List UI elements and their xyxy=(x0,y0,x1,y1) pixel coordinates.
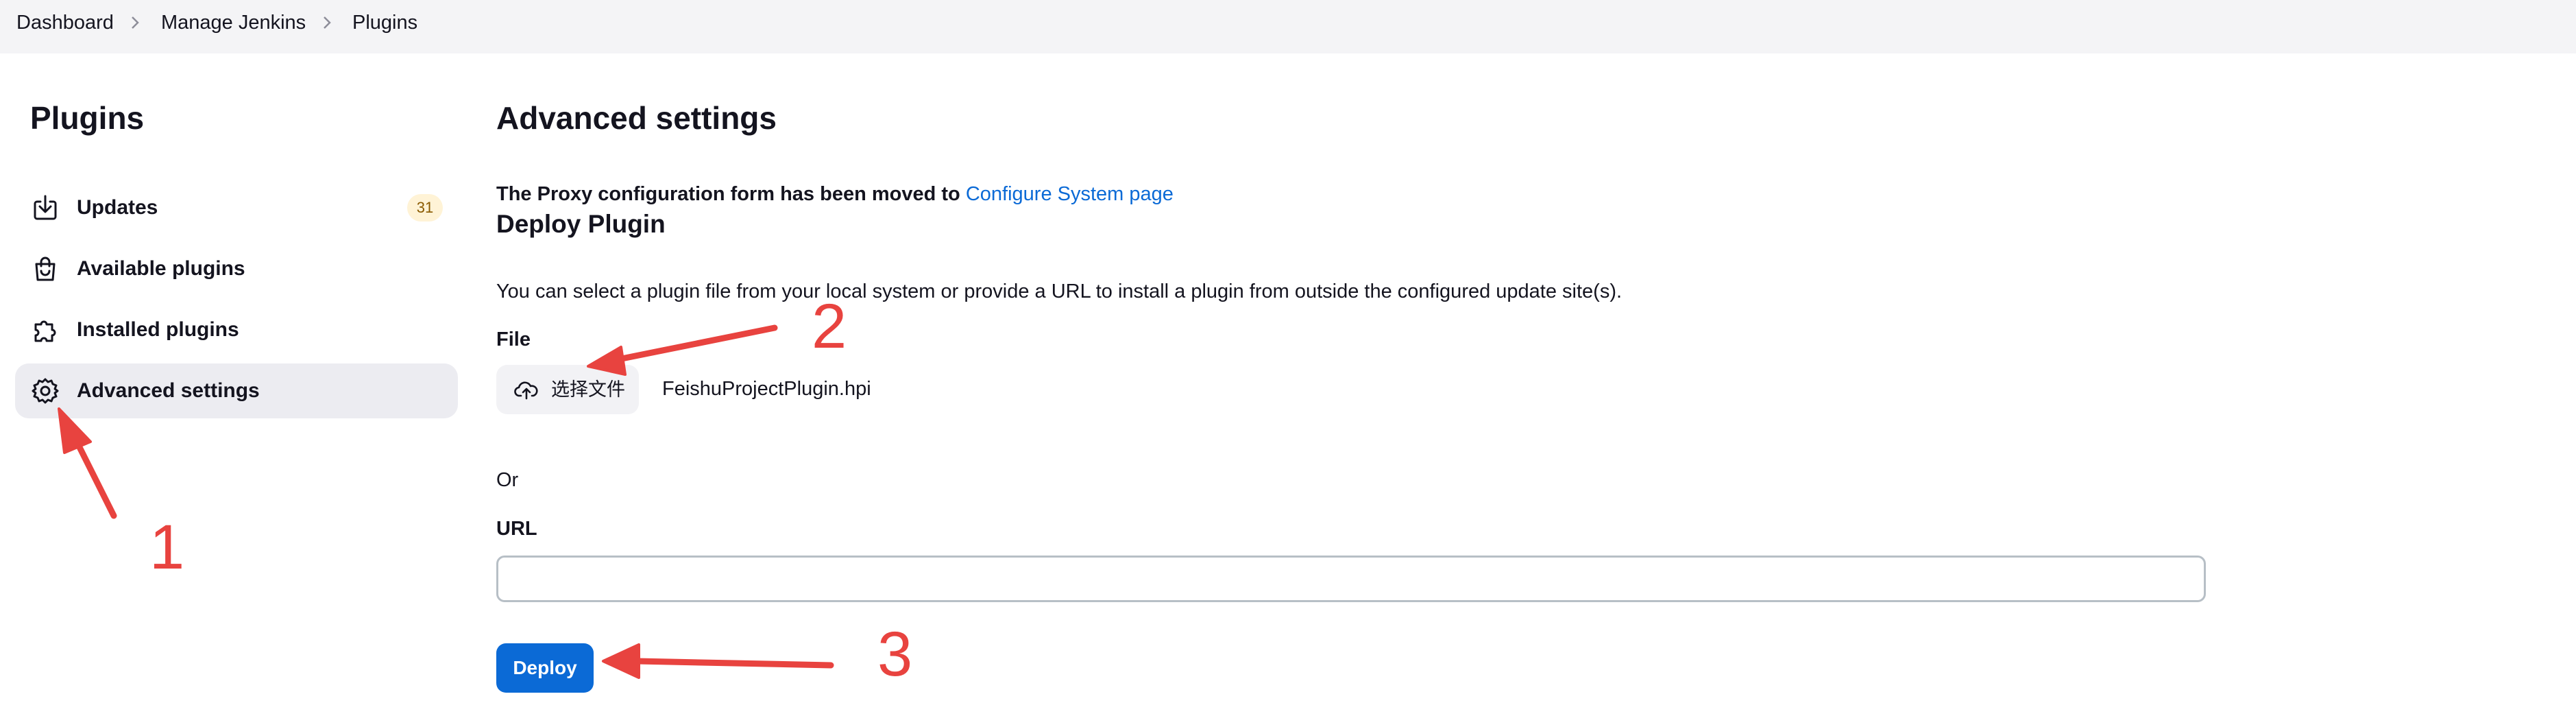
annotation-number-2: 2 xyxy=(812,291,847,361)
configure-system-link[interactable]: Configure System page xyxy=(966,183,1174,205)
sidebar-item-advanced-settings[interactable]: Advanced settings xyxy=(15,363,458,418)
breadcrumb: Dashboard Manage Jenkins Plugins xyxy=(0,0,2576,53)
notice-text: The Proxy configuration form has been mo… xyxy=(496,183,966,205)
annotation-number-3: 3 xyxy=(877,619,913,689)
sidebar-item-label: Installed plugins xyxy=(77,318,239,341)
sidebar-title: Plugins xyxy=(30,100,145,136)
deploy-description: You can select a plugin file from your l… xyxy=(496,281,1623,302)
page-title: Advanced settings xyxy=(496,100,777,136)
selected-file-name: FeishuProjectPlugin.hpi xyxy=(662,378,871,400)
shopping-bag-icon xyxy=(35,256,56,281)
file-label: File xyxy=(496,329,531,350)
cloud-upload-icon xyxy=(514,381,538,400)
download-icon xyxy=(34,195,57,220)
puzzle-icon xyxy=(34,320,56,342)
sidebar-item-label: Available plugins xyxy=(77,257,245,280)
sidebar-item-label: Updates xyxy=(77,196,158,219)
breadcrumb-manage-jenkins[interactable]: Manage Jenkins xyxy=(161,12,306,33)
deploy-button[interactable]: Deploy xyxy=(496,643,594,693)
url-label: URL xyxy=(496,518,537,540)
annotation-arrows xyxy=(58,324,834,679)
sidebar-item-installed-plugins[interactable]: Installed plugins xyxy=(15,302,458,357)
gear-icon xyxy=(32,378,59,404)
annotation-arrow-1 xyxy=(58,407,117,519)
or-label: Or xyxy=(496,469,519,491)
url-input[interactable] xyxy=(496,556,2206,602)
updates-count-badge: 31 xyxy=(407,194,443,222)
section-title: Deploy Plugin xyxy=(496,210,666,238)
sidebar-item-updates[interactable]: Updates 31 xyxy=(15,180,458,235)
annotation-number-1: 1 xyxy=(149,512,185,582)
choose-file-label: 选择文件 xyxy=(551,379,625,400)
breadcrumb-dashboard[interactable]: Dashboard xyxy=(16,12,114,33)
sidebar-item-available-plugins[interactable]: Available plugins xyxy=(15,241,458,296)
proxy-moved-notice: The Proxy configuration form has been mo… xyxy=(496,182,1174,206)
annotation-arrow-3 xyxy=(602,643,834,679)
choose-file-button[interactable]: 选择文件 xyxy=(496,365,639,414)
sidebar-item-label: Advanced settings xyxy=(77,379,260,402)
chevron-right-icon xyxy=(324,16,331,29)
chevron-right-icon xyxy=(132,16,139,29)
breadcrumb-plugins[interactable]: Plugins xyxy=(352,12,417,33)
